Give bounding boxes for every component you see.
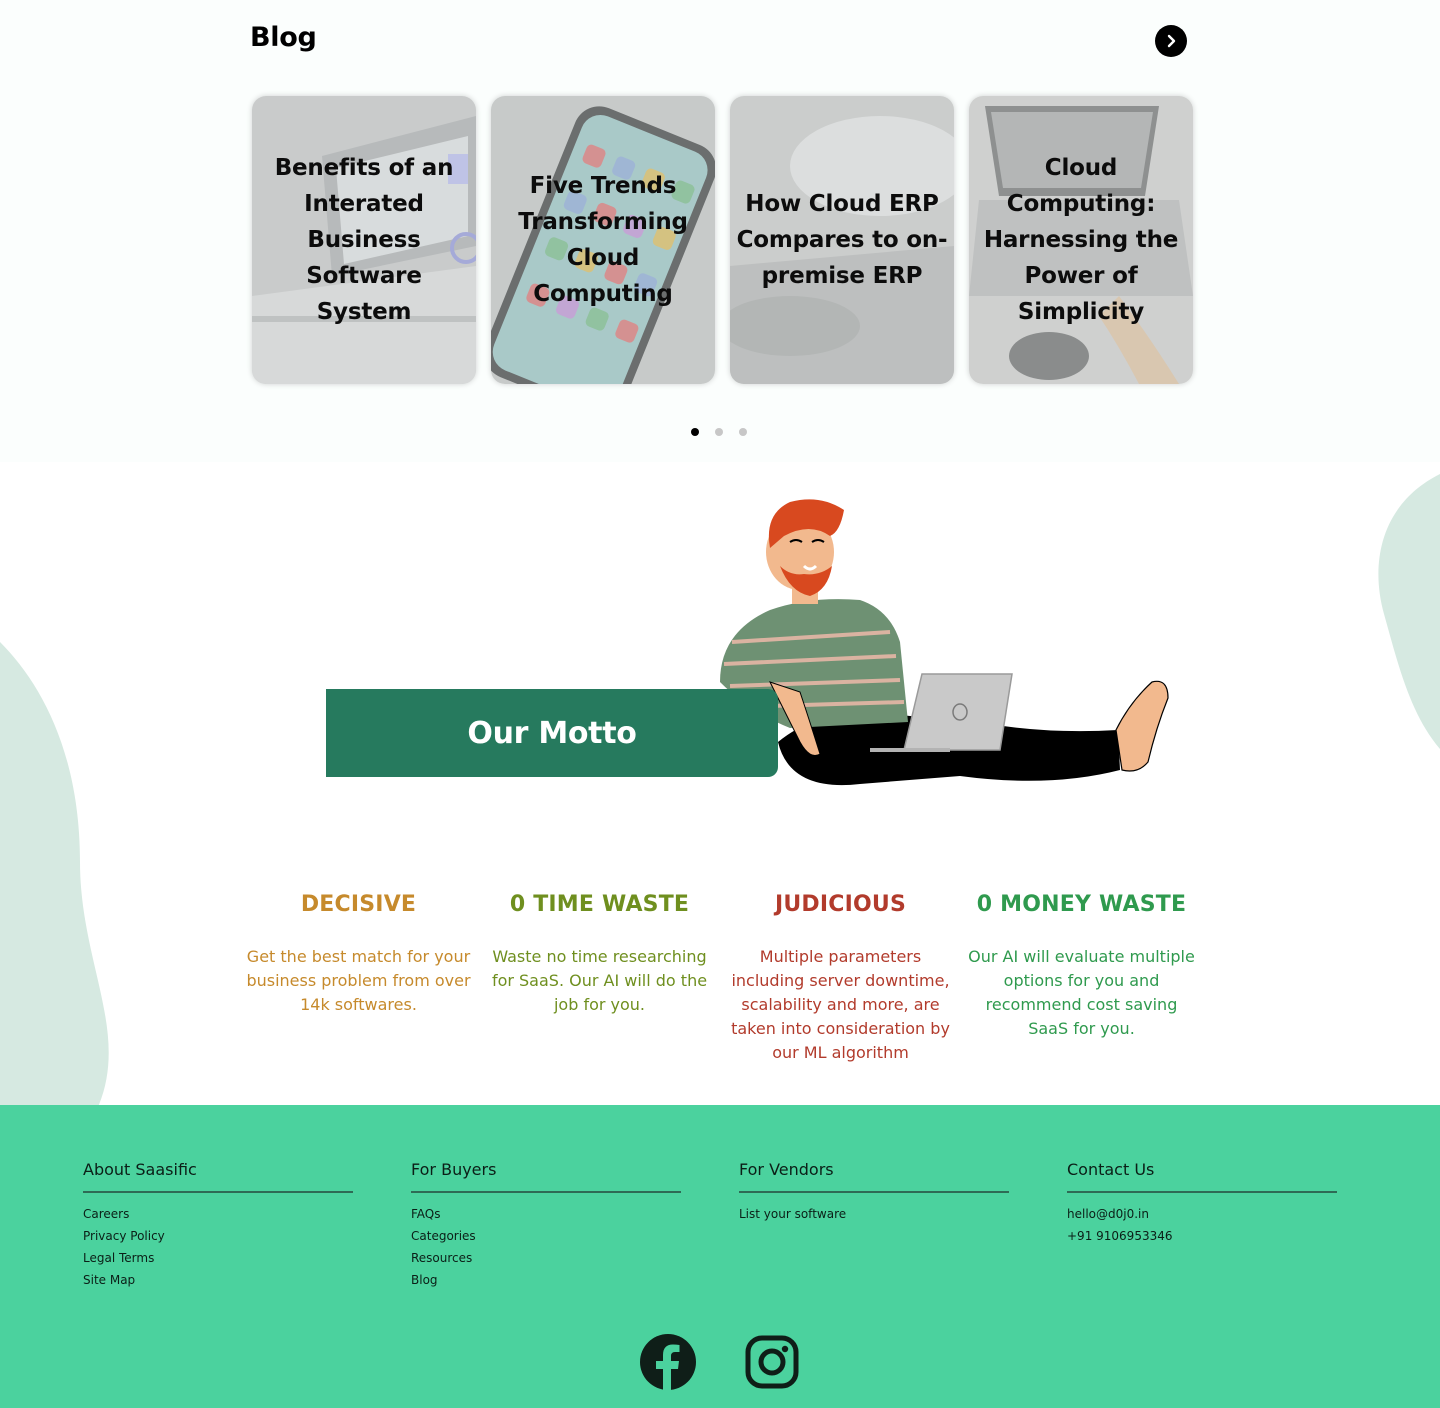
facebook-icon[interactable] [639,1333,697,1391]
feature-text: Get the best match for your business pro… [246,947,471,1014]
blog-card-title: How Cloud ERP Compares to on-premise ERP [736,191,948,289]
footer-link-email[interactable]: hello@d0j0.in [1067,1203,1337,1225]
footer-heading: For Vendors [739,1160,1009,1193]
footer-link-faqs[interactable]: FAQs [411,1203,681,1225]
footer-link-site-map[interactable]: Site Map [83,1269,353,1291]
feature-heading: 0 MONEY WASTE [976,892,1187,917]
feature-decisive: DECISIVE Get the best match for your bus… [238,892,479,1065]
blog-card-title: Five Trends Transforming Cloud Computing [518,173,688,307]
blog-card-title: Cloud Computing: Harnessing the Power of… [983,155,1179,325]
blog-card[interactable]: How Cloud ERP Compares to on-premise ERP [730,96,954,384]
carousel-dot[interactable] [739,428,747,436]
footer-link-list-software[interactable]: List your software [739,1203,1009,1225]
footer-link-resources[interactable]: Resources [411,1247,681,1269]
feature-text: Waste no time researching for SaaS. Our … [491,947,708,1014]
footer-column-vendors: For Vendors List your software [739,1160,1009,1225]
footer-heading: Contact Us [1067,1160,1337,1193]
footer-link-phone[interactable]: +91 9106953346 [1067,1225,1337,1247]
chevron-right-icon [1167,34,1176,48]
feature-text: Our AI will evaluate multiple options fo… [968,947,1195,1038]
carousel-dot[interactable] [691,428,699,436]
footer-column-about: About Saasific Careers Privacy Policy Le… [83,1160,353,1291]
carousel-pagination [691,428,747,436]
blog-card[interactable]: Benefits of an Interated Business Softwa… [252,96,476,384]
footer-heading: For Buyers [411,1160,681,1193]
footer-heading: About Saasific [83,1160,353,1193]
feature-judicious: JUDICIOUS Multiple parameters including … [720,892,961,1065]
footer-link-careers[interactable]: Careers [83,1203,353,1225]
instagram-icon[interactable] [743,1333,801,1391]
feature-heading: JUDICIOUS [774,892,907,917]
blog-card-title: Benefits of an Interated Business Softwa… [274,155,454,325]
motto-features: DECISIVE Get the best match for your bus… [238,892,1202,1065]
footer-column-contact: Contact Us hello@d0j0.in +91 9106953346 [1067,1160,1337,1247]
blog-card[interactable]: Five Trends Transforming Cloud Computing [491,96,715,384]
decorative-blob-right [1378,474,1440,749]
blog-card-carousel: Benefits of an Interated Business Softwa… [252,96,1193,386]
footer-link-blog[interactable]: Blog [411,1269,681,1291]
footer-column-buyers: For Buyers FAQs Categories Resources Blo… [411,1160,681,1291]
footer-link-categories[interactable]: Categories [411,1225,681,1247]
feature-text: Multiple parameters including server dow… [731,947,950,1062]
carousel-dot[interactable] [715,428,723,436]
feature-money-waste: 0 MONEY WASTE Our AI will evaluate multi… [961,892,1202,1065]
footer-link-privacy-policy[interactable]: Privacy Policy [83,1225,353,1247]
footer-link-legal-terms[interactable]: Legal Terms [83,1247,353,1269]
feature-time-waste: 0 TIME WASTE Waste no time researching f… [479,892,720,1065]
motto-section: Our Motto DECISIVE Get the best match fo… [0,462,1440,1105]
decorative-blob-left [0,642,109,1105]
blog-next-button[interactable] [1155,25,1187,57]
feature-heading: 0 TIME WASTE [509,892,690,917]
feature-heading: DECISIVE [300,892,417,917]
site-footer: About Saasific Careers Privacy Policy Le… [0,1105,1440,1408]
blog-title: Blog [250,22,317,53]
blog-section: Blog Benefits of an Interated Business S… [0,0,1440,462]
blog-card[interactable]: Cloud Computing: Harnessing the Power of… [969,96,1193,384]
our-motto-button[interactable]: Our Motto [326,689,778,777]
